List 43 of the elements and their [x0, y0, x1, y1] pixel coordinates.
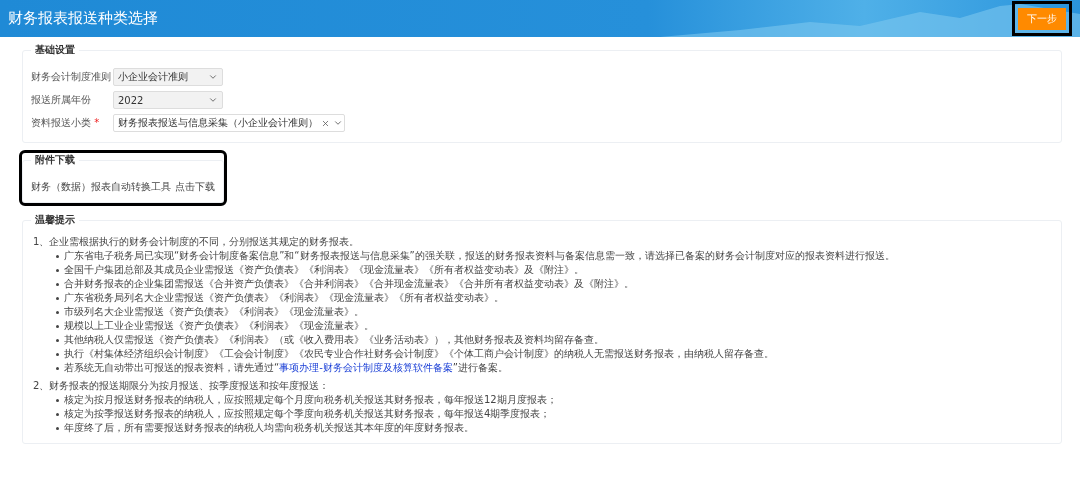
caret-icon: [333, 118, 343, 128]
bullet-icon: [56, 398, 59, 402]
bullet-icon: [56, 268, 59, 272]
bullet-icon: [56, 426, 59, 430]
tip-text: 规模以上工业企业需报送《资产负债表》《利润表》《现金流量表》。: [64, 319, 374, 333]
tool-name: 财务（数据）报表自动转换工具: [31, 181, 171, 192]
item-number: 1、: [33, 235, 50, 249]
tip-text: 其他纳税人仅需报送《资产负债表》《利润表》（或《收入费用表》《业务活动表》），其他财务报表及资料均留存备查。: [64, 333, 604, 347]
tip-text: 全国千户集团总部及其成员企业需报送《资产负债表》《利润表》《现金流量表》《所有者权益变动表》及《附注》。: [64, 263, 584, 277]
select-field[interactable]: 财务报表报送与信息采集（小企业会计准则）: [113, 114, 345, 132]
item-number: 2、: [33, 379, 50, 393]
tip-text: 若系统无自动带出可报送的报表资料，请先通过“事项办理-财务会计制度及核算软件备案”进行备案。: [64, 361, 508, 375]
tip-text: 市级列名大企业需报送《资产负债表》《利润表》《现金流量表》。: [64, 305, 364, 319]
field-label: 财务会计制度准则: [31, 70, 112, 84]
section-title: 基础设置: [34, 43, 76, 57]
clear-icon[interactable]: [321, 118, 330, 128]
page-title: 财务报表报送种类选择: [8, 9, 158, 28]
bullet-icon: [56, 282, 59, 286]
bullet-icon: [56, 338, 59, 342]
tip-text: 年度终了后，所有需要报送财务报表的纳税人均需向税务机关报送其本年度的年度财务报表。: [64, 421, 474, 435]
field-label: 资料报送小类 *: [31, 116, 101, 130]
section-title: 温馨提示: [34, 213, 76, 227]
bullet-icon: [56, 352, 59, 356]
tip-text: 执行《村集体经济组织会计制度》《工会会计制度》《农民专业合作社财务会计制度》《个体工商户会计制度》的纳税人无需报送财务报表，由纳税人留存备查。: [64, 347, 774, 361]
tip-heading: 企业需根据执行的财务会计制度的不同，分别报送其规定的财务报表。: [49, 235, 360, 249]
tip-text: 广东省税务局列名大企业需报送《资产负债表》《利润表》《现金流量表》《所有者权益变动表》。: [64, 291, 504, 305]
bullet-icon: [56, 296, 59, 300]
tip-text: 核定为按季报送财务报表的纳税人，应按照规定每个季度向税务机关报送其财务报表，每年报送4期季度报表；: [64, 407, 551, 421]
section-title: 附件下载: [34, 153, 76, 167]
tip-heading: 财务报表的报送期限分为按月报送、按季度报送和按年度报送：: [49, 379, 330, 393]
tip-text: 合并财务报表的企业集团需报送《合并资产负债表》《合并利润表》《合并现金流量表》《合并所有者权益变动表》及《附注》。: [64, 277, 634, 291]
caret-icon: [208, 72, 218, 82]
bullet-icon: [56, 310, 59, 314]
field-label: 报送所属年份: [31, 93, 92, 107]
bullet-icon: [56, 324, 59, 328]
tip-text: 广东省电子税务局已实现“财务会计制度备案信息”和“财务报表报送与信息采集”的强关联，报送的财务报表资料与备案信息需一致，请选择已备案的财务会计制度对应的报表资料进行报送。: [64, 249, 895, 263]
bullet-icon: [56, 254, 59, 258]
tip-link[interactable]: 事项办理-财务会计制度及核算软件备案: [279, 362, 453, 373]
download-link[interactable]: 点击下载: [175, 181, 215, 192]
bullet-icon: [56, 412, 59, 416]
tip-text: 核定为按月报送财务报表的纳税人，应按照规定每个月度向税务机关报送其财务报表，每年报送12期月度报表；: [64, 393, 557, 407]
bullet-icon: [56, 366, 59, 370]
caret-icon: [208, 95, 218, 105]
